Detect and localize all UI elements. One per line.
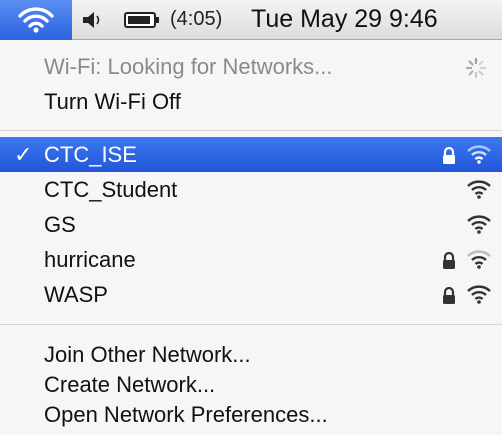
join-other-network-label: Join Other Network... bbox=[44, 342, 251, 367]
network-item-ctc-student[interactable]: CTC_Student bbox=[0, 172, 502, 207]
create-network-label: Create Network... bbox=[44, 372, 216, 397]
lock-icon bbox=[443, 147, 455, 164]
battery-icon[interactable] bbox=[124, 10, 164, 30]
network-name: CTC_Student bbox=[44, 177, 178, 202]
battery-time: (4:05) bbox=[170, 8, 223, 30]
network-item-gs[interactable]: GS bbox=[0, 207, 502, 242]
network-name: WASP bbox=[44, 282, 108, 307]
network-name: hurricane bbox=[44, 247, 136, 272]
wifi-signal-icon bbox=[467, 145, 491, 164]
open-network-preferences-label: Open Network Preferences... bbox=[44, 402, 328, 427]
wifi-menu-extra[interactable] bbox=[0, 0, 72, 40]
network-item-hurricane[interactable]: hurricane bbox=[0, 242, 502, 277]
wifi-status-item: Wi-Fi: Looking for Networks... bbox=[0, 49, 502, 84]
menu-separator bbox=[0, 324, 502, 325]
lock-icon bbox=[443, 252, 455, 269]
open-network-preferences-item[interactable]: Open Network Preferences... bbox=[0, 397, 502, 432]
network-item-ctc-ise[interactable]: ✓ CTC_ISE bbox=[0, 137, 502, 172]
lock-icon bbox=[443, 287, 455, 304]
wifi-icon bbox=[18, 7, 54, 33]
network-name: GS bbox=[44, 212, 76, 237]
spinner-icon bbox=[465, 57, 487, 79]
wifi-signal-icon bbox=[467, 250, 491, 269]
network-item-wasp[interactable]: WASP bbox=[0, 277, 502, 312]
wifi-signal-icon bbox=[467, 285, 491, 304]
wifi-status-label: Wi-Fi: Looking for Networks... bbox=[44, 54, 333, 79]
menu-clock[interactable]: Tue May 29 9:46 bbox=[251, 5, 438, 34]
speaker-icon[interactable] bbox=[80, 10, 104, 30]
checkmark-icon: ✓ bbox=[14, 142, 33, 167]
network-name: CTC_ISE bbox=[44, 142, 137, 167]
wifi-signal-icon bbox=[467, 180, 491, 199]
turn-wifi-off-item[interactable]: Turn Wi-Fi Off bbox=[0, 84, 502, 119]
wifi-signal-icon bbox=[467, 215, 491, 234]
menu-bar: (4:05) Tue May 29 9:46 bbox=[0, 0, 502, 40]
turn-wifi-off-label: Turn Wi-Fi Off bbox=[44, 89, 181, 114]
wifi-dropdown-menu: Wi-Fi: Looking for Networks... Turn Wi-F… bbox=[0, 40, 502, 435]
menu-separator bbox=[0, 130, 502, 131]
